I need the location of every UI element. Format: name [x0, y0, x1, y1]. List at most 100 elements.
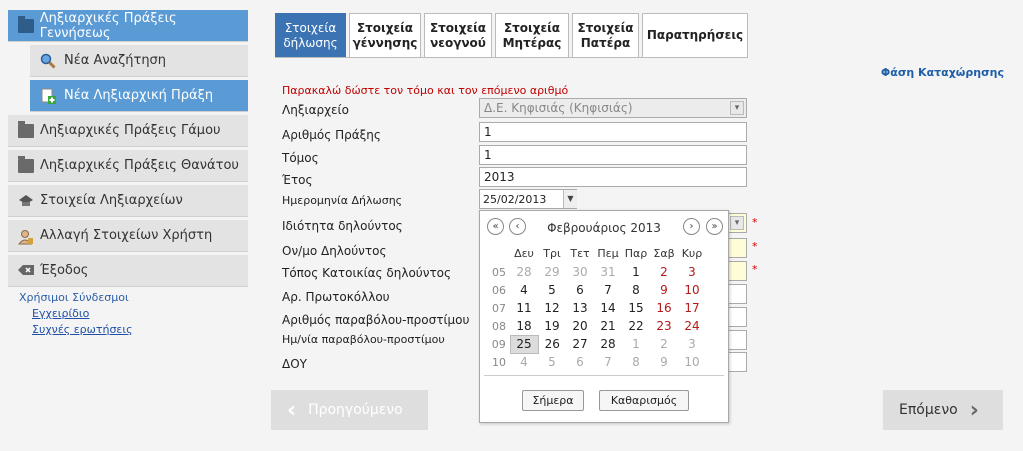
calendar-day[interactable]: 5	[538, 353, 566, 371]
fee-number-label: Αριθμός παραβόλου-προστίμου	[282, 313, 470, 327]
tab-remarks[interactable]: Παρατηρήσεις	[642, 13, 748, 57]
calendar-day[interactable]: 14	[594, 299, 622, 317]
calendar-day[interactable]: 15	[622, 299, 650, 317]
chevron-left-icon: ‹	[287, 397, 297, 423]
calendar-day[interactable]: 5	[538, 281, 566, 299]
sidebar-item-label: Στοιχεία Ληξιαρχείων	[40, 193, 183, 208]
volume-input[interactable]: 1	[479, 145, 747, 165]
calendar-day[interactable]: 4	[510, 353, 538, 371]
calendar-divider	[484, 375, 724, 376]
calendar-day[interactable]: 6	[566, 281, 594, 299]
sidebar-item-label: Νέα Αναζήτηση	[64, 53, 167, 68]
sidebar-item-marriage-acts[interactable]: Ληξιαρχικές Πράξεις Γάμου	[8, 115, 248, 147]
calendar-day[interactable]: 28	[594, 335, 622, 353]
calendar-day[interactable]: 24	[678, 317, 706, 335]
required-star: *	[752, 216, 758, 229]
previous-button[interactable]: ‹ Προηγούμενο	[271, 390, 428, 430]
calendar-day[interactable]: 16	[650, 299, 678, 317]
calendar-day[interactable]: 26	[538, 335, 566, 353]
new-document-icon	[40, 88, 56, 104]
faq-link[interactable]: Συχνές ερωτήσεις	[32, 323, 133, 336]
tab-newborn[interactable]: Στοιχεία νεογνού	[424, 13, 492, 57]
weekday-header: Δευ	[514, 247, 534, 260]
registry-select[interactable]: Δ.Ε. Κηφισιάς (Κηφισιάς) ▾	[479, 98, 747, 118]
tab-declaration[interactable]: Στοιχεία δήλωσης	[275, 13, 346, 57]
sidebar-item-new-search[interactable]: Νέα Αναζήτηση	[30, 45, 248, 77]
tab-label: Παρατηρήσεις	[646, 28, 744, 42]
calendar-day[interactable]: 9	[650, 281, 678, 299]
tab-mother[interactable]: Στοιχεία Μητέρας	[495, 13, 569, 57]
calendar-day[interactable]: 23	[650, 317, 678, 335]
sidebar-item-registries[interactable]: Στοιχεία Ληξιαρχείων	[8, 185, 248, 217]
calendar-day[interactable]: 7	[594, 353, 622, 371]
declarant-residence-label: Τόπος Κατοικίας δηλούντος	[282, 266, 452, 280]
sidebar-item-label: Αλλαγή Στοιχείων Χρήστη	[40, 228, 213, 243]
sidebar-item-new-act[interactable]: Νέα Ληξιαρχική Πράξη	[30, 80, 248, 112]
week-number: 05	[492, 265, 506, 279]
tab-birth[interactable]: Στοιχεία γέννησης	[349, 13, 421, 57]
protocol-label: Αρ. Πρωτοκόλλου	[282, 290, 390, 304]
calendar-day[interactable]: 3	[678, 335, 706, 353]
calendar-day[interactable]: 19	[538, 317, 566, 335]
weekday-header: Παρ	[624, 247, 648, 260]
calendar-day[interactable]: 12	[538, 299, 566, 317]
calendar-day[interactable]: 1	[622, 263, 650, 281]
calendar-day[interactable]: 17	[678, 299, 706, 317]
calendar-day[interactable]: 11	[510, 299, 538, 317]
today-button[interactable]: Σήμερα	[522, 390, 584, 411]
next-year-button[interactable]: »	[706, 218, 723, 235]
week-number: 07	[492, 301, 506, 315]
weekday-header: Τρι	[543, 247, 561, 260]
date-picker-popup: « ‹ Φεβρουάριος 2013 › » Δευ Τρι Τετ Πεμ Παρ…	[479, 210, 729, 423]
calendar-day[interactable]: 29	[538, 263, 566, 281]
sidebar-item-death-acts[interactable]: Ληξιαρχικές Πράξεις Θανάτου	[8, 150, 248, 182]
calendar-day[interactable]: 31	[594, 263, 622, 281]
chevron-right-icon: ›	[969, 397, 979, 423]
next-button-label: Επόμενο	[899, 402, 958, 418]
next-month-button[interactable]: ›	[683, 218, 700, 235]
calendar-day[interactable]: 4	[510, 281, 538, 299]
calendar-day[interactable]: 10	[678, 281, 706, 299]
sidebar-item-change-user[interactable]: Αλλαγή Στοιχείων Χρήστη	[8, 220, 248, 252]
calendar-day[interactable]: 13	[566, 299, 594, 317]
tab-label: Στοιχεία	[284, 20, 337, 35]
calendar-day[interactable]: 20	[566, 317, 594, 335]
act-number-input[interactable]: 1	[479, 122, 747, 142]
sidebar-item-exit[interactable]: Έξοδος	[8, 255, 248, 287]
tab-label: γέννησης	[352, 35, 418, 50]
calendar-day[interactable]: 2	[650, 335, 678, 353]
calendar-day[interactable]: 1	[622, 335, 650, 353]
sidebar-item-birth-acts[interactable]: Ληξιαρχικές Πράξεις Γεννήσεως	[8, 10, 248, 42]
manual-link[interactable]: Εγχειρίδιο	[32, 307, 89, 320]
search-icon	[40, 53, 56, 69]
declarant-name-label: Ον/μο Δηλούντος	[282, 244, 387, 258]
tab-father[interactable]: Στοιχεία Πατέρα	[572, 13, 639, 57]
weekday-header: Τετ	[570, 247, 590, 260]
year-input[interactable]: 2013	[479, 167, 747, 187]
sidebar-item-label: Ληξιαρχικές Πράξεις Γάμου	[40, 123, 221, 138]
calendar-day[interactable]: 3	[678, 263, 706, 281]
calendar-day[interactable]: 8	[622, 353, 650, 371]
calendar-day[interactable]: 30	[566, 263, 594, 281]
calendar-day[interactable]: 10	[678, 353, 706, 371]
next-button[interactable]: Επόμενο ›	[883, 390, 1003, 430]
week-number: 09	[491, 337, 506, 351]
calendar-day[interactable]: 8	[622, 281, 650, 299]
calendar-day-selected[interactable]: 25	[509, 334, 539, 354]
sidebar-item-label: Ληξιαρχικές Πράξεις Γεννήσεως	[39, 10, 177, 41]
calendar-day[interactable]: 9	[650, 353, 678, 371]
tab-label: Στοιχεία	[503, 20, 561, 35]
calendar-day[interactable]: 21	[594, 317, 622, 335]
calendar-toggle-button[interactable]: ▼	[563, 190, 577, 208]
calendar-day[interactable]: 2	[650, 263, 678, 281]
calendar-day[interactable]: 28	[510, 263, 538, 281]
registry-label: Ληξιαρχείο	[282, 103, 349, 117]
act-number-label: Αριθμός Πράξης	[282, 128, 381, 142]
calendar-day[interactable]: 7	[594, 281, 622, 299]
calendar-day[interactable]: 18	[510, 317, 538, 335]
calendar-day[interactable]: 6	[566, 353, 594, 371]
clear-button[interactable]: Καθαρισμός	[599, 390, 689, 411]
calendar-day[interactable]: 22	[622, 317, 650, 335]
weekday-header: Σαβ	[653, 247, 675, 260]
calendar-day[interactable]: 27	[566, 335, 594, 353]
